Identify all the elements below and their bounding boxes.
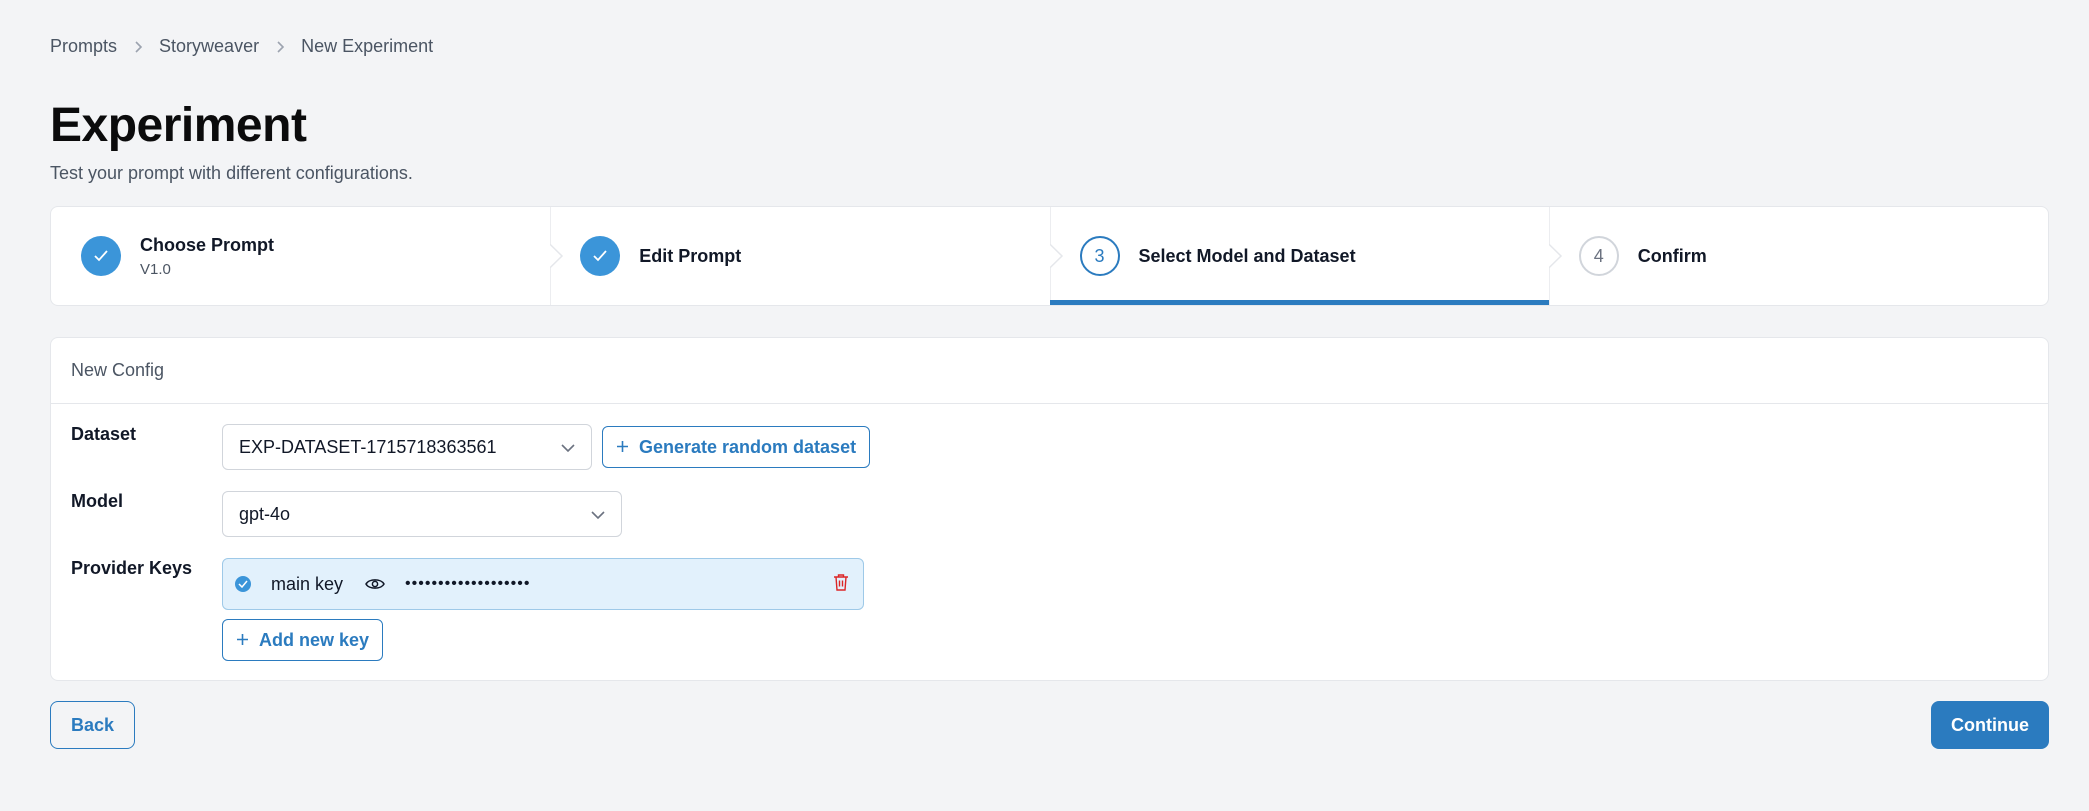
model-row: Model gpt-4o bbox=[71, 491, 622, 537]
generate-random-dataset-button[interactable]: Generate random dataset bbox=[602, 426, 871, 468]
model-select[interactable]: gpt-4o bbox=[222, 491, 622, 537]
step-confirm[interactable]: 4 Confirm bbox=[1548, 207, 2048, 305]
selected-check-icon[interactable] bbox=[235, 576, 251, 592]
page: Prompts Storyweaver New Experiment Exper… bbox=[0, 0, 2089, 811]
step-number: 3 bbox=[1079, 236, 1120, 276]
check-icon bbox=[580, 236, 621, 276]
page-title: Experiment bbox=[50, 99, 307, 152]
breadcrumb: Prompts Storyweaver New Experiment bbox=[50, 36, 433, 57]
provider-keys-row: Provider Keys main key •••••••••••••••••… bbox=[71, 558, 864, 661]
add-new-key-label: Add new key bbox=[259, 629, 370, 650]
generate-random-dataset-label: Generate random dataset bbox=[639, 436, 857, 457]
model-label: Model bbox=[71, 491, 123, 511]
dataset-select[interactable]: EXP-DATASET-1715718363561 bbox=[222, 424, 592, 470]
provider-key-masked-value: ••••••••••••••••••• bbox=[405, 575, 531, 592]
step-divider bbox=[1548, 207, 1562, 305]
step-label: Edit Prompt bbox=[639, 245, 742, 266]
back-button[interactable]: Back bbox=[50, 701, 136, 749]
config-card: New Config Dataset EXP-DATASET-171571836… bbox=[50, 337, 2049, 681]
step-choose-prompt[interactable]: Choose Prompt V1.0 bbox=[51, 207, 550, 305]
check-icon bbox=[81, 236, 121, 276]
active-step-indicator bbox=[1049, 300, 1549, 305]
breadcrumb-item-new-experiment: New Experiment bbox=[301, 36, 434, 56]
model-value: gpt-4o bbox=[239, 503, 291, 524]
provider-keys-list: main key ••••••••••••••••••• Add new key bbox=[222, 558, 864, 661]
dataset-value: EXP-DATASET-1715718363561 bbox=[239, 436, 497, 457]
plus-icon bbox=[236, 630, 249, 651]
breadcrumb-item-prompts[interactable]: Prompts bbox=[50, 36, 117, 57]
step-select-model-dataset[interactable]: 3 Select Model and Dataset bbox=[1049, 207, 1549, 305]
step-label: Select Model and Dataset bbox=[1138, 245, 1356, 266]
step-divider bbox=[1049, 207, 1063, 305]
plus-icon bbox=[616, 437, 629, 458]
provider-key-name: main key bbox=[271, 573, 344, 594]
step-divider bbox=[550, 207, 564, 305]
chevron-down-icon bbox=[561, 437, 575, 458]
step-label: Confirm bbox=[1637, 245, 1707, 266]
breadcrumb-item-storyweaver[interactable]: Storyweaver bbox=[159, 36, 259, 57]
add-new-key-button[interactable]: Add new key bbox=[222, 619, 384, 661]
continue-button[interactable]: Continue bbox=[1931, 701, 2049, 749]
step-number: 4 bbox=[1578, 236, 1619, 276]
dataset-label: Dataset bbox=[71, 424, 137, 444]
eye-icon[interactable] bbox=[365, 577, 385, 591]
provider-keys-label: Provider Keys bbox=[71, 558, 193, 578]
config-title: New Config bbox=[51, 338, 2048, 404]
step-sublabel: V1.0 bbox=[140, 260, 171, 278]
trash-icon[interactable] bbox=[833, 573, 849, 591]
chevron-right-icon bbox=[273, 40, 287, 54]
step-label: Choose Prompt bbox=[140, 234, 275, 255]
page-subtitle: Test your prompt with different configur… bbox=[50, 163, 413, 183]
chevron-right-icon bbox=[131, 40, 145, 54]
stepper: Choose Prompt V1.0 Edit Prompt 3 Select … bbox=[50, 206, 2049, 306]
provider-key-item[interactable]: main key ••••••••••••••••••• bbox=[222, 558, 864, 610]
chevron-down-icon bbox=[591, 504, 605, 525]
dataset-row: Dataset EXP-DATASET-1715718363561 Genera… bbox=[71, 424, 871, 470]
step-edit-prompt[interactable]: Edit Prompt bbox=[550, 207, 1049, 305]
